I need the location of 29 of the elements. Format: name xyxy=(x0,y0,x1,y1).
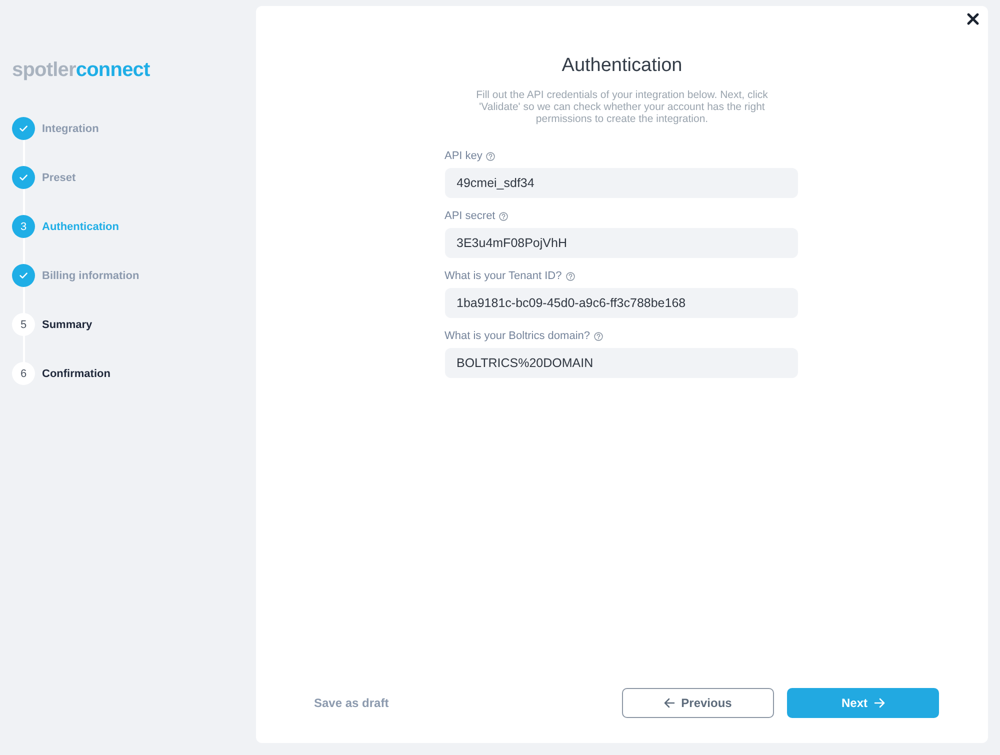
field-label: API secret xyxy=(444,210,496,223)
input-field[interactable]: BOLTRICS%20DOMAIN xyxy=(444,348,798,378)
field-label: API key xyxy=(444,150,482,163)
arrow-left-icon xyxy=(664,698,676,708)
help-icon[interactable] xyxy=(566,272,575,281)
step-number: 5 xyxy=(12,313,35,336)
step-number: 3 xyxy=(12,215,35,238)
help-icon[interactable] xyxy=(486,152,496,161)
step-label: Summary xyxy=(42,318,92,330)
step-label: Integration xyxy=(42,122,99,134)
dialog-title: Authentication xyxy=(562,54,682,78)
close-icon xyxy=(967,13,979,25)
logo: spotlerconnect xyxy=(12,58,150,82)
step-number: 6 xyxy=(12,362,35,385)
step-label: Confirmation xyxy=(42,368,110,380)
field-label: What is your Tenant ID? xyxy=(444,270,562,283)
field-label: What is your Boltrics domain? xyxy=(444,330,590,343)
dialog-description: Fill out the API credentials of your integration below. Next, click 'Validate' so we can check whether your account has the right permissions to create the integration. xyxy=(475,89,769,125)
input-field[interactable]: 49cmei_sdf34 xyxy=(444,168,798,198)
input-field[interactable]: 1ba9181c-bc09-45d0-a9c6-ff3c788be168 xyxy=(444,288,798,318)
help-icon[interactable] xyxy=(499,212,508,221)
help-icon[interactable] xyxy=(594,332,603,341)
step-label: Authentication xyxy=(42,220,119,232)
close-button[interactable] xyxy=(967,13,979,25)
arrow-right-icon xyxy=(874,698,884,708)
step-label: Billing information xyxy=(42,270,140,282)
input-field[interactable]: 3E3u4mF08PojVhH xyxy=(444,228,798,258)
step-label: Preset xyxy=(42,172,76,184)
previous-button[interactable]: Previous xyxy=(622,688,774,718)
